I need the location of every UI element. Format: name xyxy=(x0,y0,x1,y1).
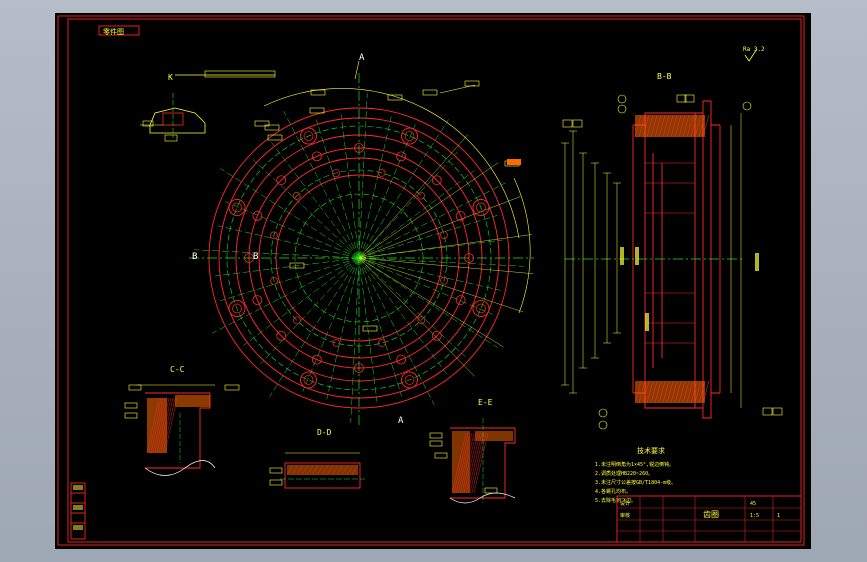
side-view-label: B-B xyxy=(657,72,672,81)
title-scale: 1:5 xyxy=(750,513,759,519)
title-sheet: 1 xyxy=(777,513,780,519)
cad-drawing-canvas[interactable]: 零件图 B B A A K B-B C-C D-D E-E Ra 3.2 技术要… xyxy=(55,13,811,549)
detail-d-label: D-D xyxy=(317,428,332,437)
detail-d-hatch xyxy=(287,465,358,475)
side-dimension-text xyxy=(620,247,624,265)
side-dimension-text xyxy=(755,253,759,271)
section-label-left: B xyxy=(192,252,197,262)
title-material: 45 xyxy=(750,501,756,507)
detail-c-hatch xyxy=(175,395,210,407)
detail-e-label: E-E xyxy=(478,398,493,407)
section-label-bottom: A xyxy=(398,416,404,426)
title-part-name: 齿圈 xyxy=(703,510,719,519)
side-dimension-text xyxy=(645,313,649,331)
title-designer: 设计 xyxy=(620,500,630,507)
title-checker: 审核 xyxy=(620,512,630,519)
dimension-tag-highlight xyxy=(507,159,521,165)
section-label-top: A xyxy=(359,53,365,63)
section-label-right: B xyxy=(253,252,258,262)
cad-drawing-viewport[interactable]: 零件图 B B A A K B-B C-C D-D E-E Ra 3.2 技术要… xyxy=(55,13,811,549)
drawing-background xyxy=(55,13,811,549)
detail-c-label: C-C xyxy=(170,365,185,374)
svg-text:Ra 3.2: Ra 3.2 xyxy=(743,46,765,53)
note-1: 1.未注明倒角为1×45°,锐边倒钝。 xyxy=(595,461,674,468)
side-dimension-text xyxy=(635,247,639,265)
note-2: 2.调质处理HB220~260。 xyxy=(595,470,653,477)
note-3: 3.未注尺寸公差按GB/T1804-m级。 xyxy=(595,479,676,486)
notes-heading: 技术要求 xyxy=(637,446,665,455)
title-tag: 零件图 xyxy=(103,27,124,36)
detail-e-hatch xyxy=(475,431,513,441)
detail-k-label: K xyxy=(168,73,173,82)
note-4: 4.各螺孔均布。 xyxy=(595,488,631,495)
